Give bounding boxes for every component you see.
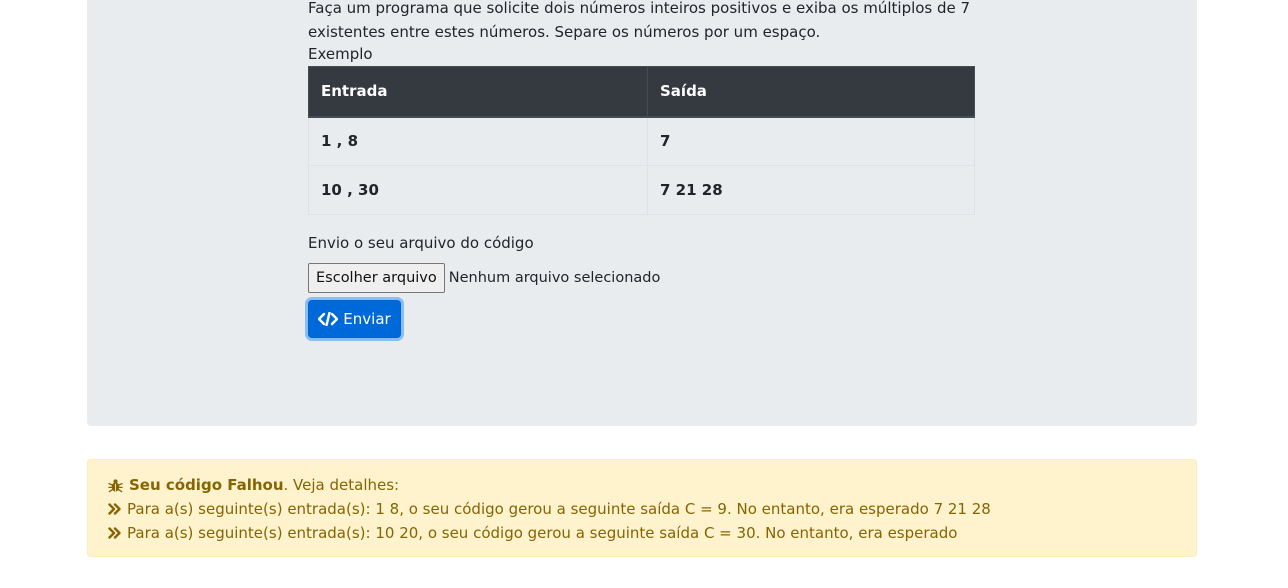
result-title-bold: Seu código Falhou — [129, 476, 284, 494]
table-row: 1 , 8 7 — [308, 116, 975, 166]
problem-card: Faça um programa que solicite dois númer… — [87, 0, 1197, 426]
double-chevron-right-icon — [108, 527, 121, 539]
table-cell-input: 1 , 8 — [308, 116, 648, 166]
file-input[interactable]: Escolher arquivo Nenhum arquivo selecion… — [308, 263, 660, 293]
result-alert: Seu código Falhou. Veja detalhes: Para a… — [87, 459, 1197, 557]
column-header-saida: Saída — [647, 66, 975, 118]
upload-label: Envio o seu arquivo do código — [308, 234, 534, 252]
table-cell-output: 7 21 28 — [647, 165, 975, 215]
example-label: Exemplo — [308, 45, 373, 63]
result-detail-text: Para a(s) seguinte(s) entrada(s): 10 20,… — [127, 524, 958, 542]
submit-button-label: Enviar — [343, 310, 391, 328]
table-cell-input: 10 , 30 — [308, 165, 648, 215]
result-title: Seu código Falhou. Veja detalhes: — [108, 473, 1176, 497]
description-line-2: existentes entre estes números. Separe o… — [308, 23, 821, 41]
example-table: Entrada Saída 1 , 8 7 10 , 30 7 21 28 — [308, 66, 975, 215]
choose-file-button[interactable]: Escolher arquivo — [308, 263, 445, 293]
result-detail-text: Para a(s) seguinte(s) entrada(s): 1 8, o… — [127, 500, 991, 518]
submit-button[interactable]: Enviar — [308, 300, 401, 338]
table-header-row: Entrada Saída — [308, 66, 975, 118]
result-title-rest: . Veja detalhes: — [283, 476, 400, 494]
problem-description: Faça um programa que solicite dois númer… — [308, 0, 975, 44]
column-header-entrada: Entrada — [308, 66, 648, 118]
result-detail: Para a(s) seguinte(s) entrada(s): 1 8, o… — [108, 497, 1176, 521]
file-status-text: Nenhum arquivo selecionado — [448, 270, 661, 286]
double-chevron-right-icon — [108, 503, 121, 515]
bug-icon — [108, 478, 123, 493]
description-line-1: Faça um programa que solicite dois númer… — [308, 0, 971, 17]
code-icon — [318, 312, 339, 326]
table-cell-output: 7 — [647, 116, 975, 166]
table-row: 10 , 30 7 21 28 — [308, 165, 975, 215]
result-detail: Para a(s) seguinte(s) entrada(s): 10 20,… — [108, 521, 1176, 545]
